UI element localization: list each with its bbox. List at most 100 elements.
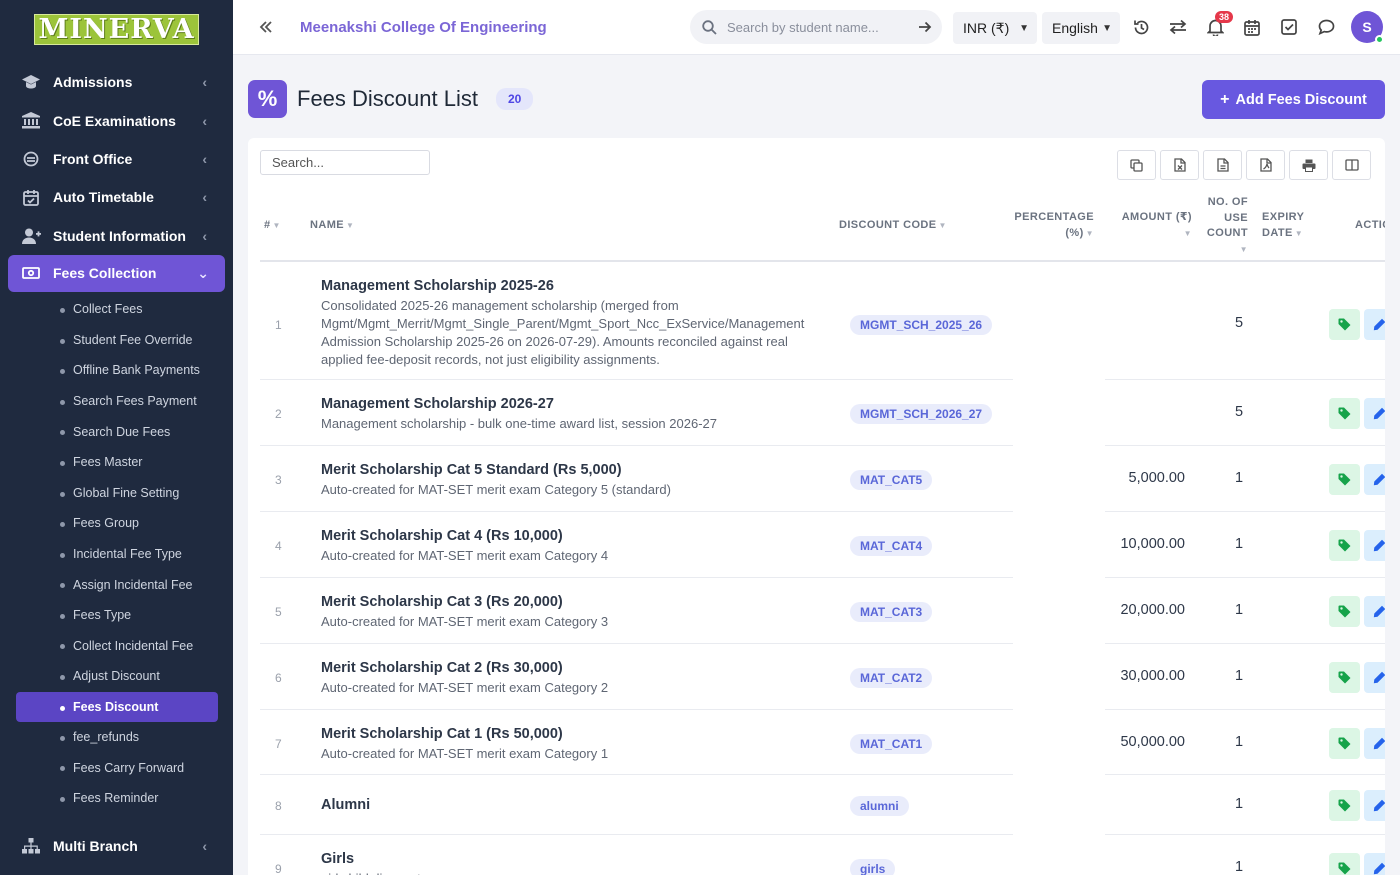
add-fees-discount-button[interactable]: + Add Fees Discount [1202, 80, 1385, 119]
discount-name: Management Scholarship 2025-26 [321, 278, 554, 294]
edit-pencil-icon[interactable] [1364, 464, 1385, 495]
chevron-left-icon: ‹ [202, 189, 207, 206]
assign-discount-tag-icon[interactable] [1329, 662, 1360, 693]
tasks-check-icon[interactable] [1279, 17, 1299, 37]
column-header-amount[interactable]: Amount (₹) ▼ [1110, 210, 1192, 241]
submenu-item[interactable]: Search Due Fees [0, 416, 233, 447]
table-row[interactable]: 5 Merit Scholarship Cat 3 (Rs 20,000) Auto… [260, 578, 1385, 644]
college-name[interactable]: Meenakshi College Of Engineering [300, 19, 547, 36]
table-row[interactable]: 2 Management Scholarship 2026-27 Managemen… [260, 380, 1385, 446]
discount-name: Alumni [321, 797, 371, 813]
language-select[interactable]: English ▼ [1042, 12, 1120, 44]
sidebar-item-label: Fees Collection [53, 265, 157, 282]
excel-file-icon[interactable] [1160, 150, 1199, 180]
submenu-item[interactable]: Incidental Fee Type [0, 539, 233, 570]
submenu-item[interactable]: fee_refunds [0, 722, 233, 753]
column-header-expiry-date[interactable]: Expiry Date ▼ [1262, 210, 1304, 241]
sidebar-item-front-office[interactable]: Front Office ‹ [0, 140, 233, 178]
assign-discount-tag-icon[interactable] [1329, 790, 1360, 821]
discount-name: Merit Scholarship Cat 1 (Rs 50,000) [321, 726, 563, 742]
column-header-percentage[interactable]: Percentage (%) ▼ [1006, 210, 1094, 241]
history-icon[interactable] [1131, 17, 1151, 37]
chevron-down-icon: ▼ [1019, 22, 1029, 34]
sidebar-item-coe-examinations[interactable]: CoE Examinations ‹ [0, 101, 233, 139]
row-number: 8 [275, 799, 282, 813]
chat-icon[interactable] [1316, 17, 1336, 37]
currency-select[interactable]: INR (₹) ▼ [953, 12, 1037, 44]
column-header-name[interactable]: Name ▼ [310, 218, 354, 234]
edit-pencil-icon[interactable] [1364, 790, 1385, 821]
discount-description: girl child discount [321, 870, 826, 875]
submenu-item[interactable]: Fees Group [0, 508, 233, 539]
submenu-item[interactable]: Fees Reminder [0, 783, 233, 814]
edit-pencil-icon[interactable] [1364, 728, 1385, 759]
sidebar-item-multi-branch[interactable]: Multi Branch ‹ [0, 826, 233, 864]
submenu-item[interactable]: Search Fees Payment [0, 386, 233, 417]
submenu-item[interactable]: Fees Discount [16, 691, 218, 722]
sort-icon: ▼ [938, 221, 947, 230]
edit-pencil-icon[interactable] [1364, 309, 1385, 340]
submenu-item[interactable]: Fees Carry Forward [0, 752, 233, 783]
assign-discount-tag-icon[interactable] [1329, 398, 1360, 429]
edit-pencil-icon[interactable] [1364, 398, 1385, 429]
sidebar-item-fees-collection[interactable]: Fees Collection ⌄ [8, 254, 225, 292]
submenu-item[interactable]: Adjust Discount [0, 661, 233, 692]
exchange-icon[interactable] [1168, 17, 1188, 37]
bell-icon[interactable]: 38 [1205, 11, 1234, 37]
assign-discount-tag-icon[interactable] [1329, 309, 1360, 340]
column-header-use-count[interactable]: No. of Use Count ▼ [1198, 195, 1248, 257]
columns-icon[interactable] [1332, 150, 1371, 180]
submenu-item[interactable]: Global Fine Setting [0, 478, 233, 509]
use-count: 1 [1234, 796, 1244, 812]
sidebar-item-student-information[interactable]: Student Information ‹ [0, 217, 233, 255]
table-row[interactable]: 8 Alumni alumni 1 [260, 775, 1385, 835]
edit-pencil-icon[interactable] [1364, 596, 1385, 627]
table-row[interactable]: 1 Management Scholarship 2025-26 Consolida… [260, 262, 1385, 380]
print-icon[interactable] [1289, 150, 1328, 180]
edit-pencil-icon[interactable] [1364, 662, 1385, 693]
student-search-input[interactable] [727, 19, 907, 35]
header-label: (%) [1065, 226, 1084, 239]
assign-discount-tag-icon[interactable] [1329, 728, 1360, 759]
arrow-right-icon[interactable] [918, 21, 932, 33]
concierge-bell-icon [20, 150, 42, 168]
submenu-item[interactable]: Fees Type [0, 600, 233, 631]
submenu-item[interactable]: Offline Bank Payments [0, 355, 233, 386]
table-row[interactable]: 4 Merit Scholarship Cat 4 (Rs 10,000) Auto… [260, 512, 1385, 578]
row-number: 4 [275, 539, 282, 553]
submenu-item[interactable]: Assign Incidental Fee [0, 569, 233, 600]
edit-pencil-icon[interactable] [1364, 853, 1385, 875]
table-row[interactable]: 9 Girls girl child discount girls 1 [260, 835, 1385, 875]
table-row[interactable]: 3 Merit Scholarship Cat 5 Standard (Rs 5,… [260, 446, 1385, 512]
pdf-file-icon[interactable] [1246, 150, 1285, 180]
collapse-sidebar-icon[interactable] [259, 21, 283, 33]
assign-discount-tag-icon[interactable] [1329, 530, 1360, 561]
table-row[interactable]: 7 Merit Scholarship Cat 1 (Rs 50,000) Auto… [260, 710, 1385, 775]
table-search-input[interactable] [260, 150, 430, 175]
chevron-left-icon: ‹ [202, 112, 207, 129]
copy-icon[interactable] [1117, 150, 1156, 180]
calendar-icon[interactable] [1242, 17, 1262, 37]
submenu-item[interactable]: Student Fee Override [0, 325, 233, 356]
discount-description: Auto-created for MAT-SET merit exam Cate… [321, 614, 609, 629]
assign-discount-tag-icon[interactable] [1329, 596, 1360, 627]
submenu-item[interactable]: Fees Master [0, 447, 233, 478]
csv-file-icon[interactable] [1203, 150, 1242, 180]
assign-discount-tag-icon[interactable] [1329, 853, 1360, 875]
assign-discount-tag-icon[interactable] [1329, 464, 1360, 495]
chevron-left-icon: ‹ [202, 74, 207, 91]
use-count: 5 [1234, 315, 1244, 331]
sort-icon: ▼ [1294, 228, 1304, 238]
brand-logo[interactable]: MINERVA [0, 0, 233, 58]
top-header: Meenakshi College Of Engineering INR (₹)… [233, 0, 1400, 55]
user-avatar[interactable]: S [1351, 11, 1384, 44]
header-label: Use [1224, 211, 1248, 224]
table-row[interactable]: 6 Merit Scholarship Cat 2 (Rs 30,000) Auto… [260, 644, 1385, 710]
submenu-item[interactable]: Collect Fees [0, 294, 233, 325]
column-header-discount-code[interactable]: Discount Code ▼ [839, 218, 947, 234]
submenu-item[interactable]: Collect Incidental Fee [0, 630, 233, 661]
edit-pencil-icon[interactable] [1364, 530, 1385, 561]
column-header-number[interactable]: # ▼ [264, 218, 281, 234]
sidebar-item-admissions[interactable]: Admissions ‹ [0, 63, 233, 101]
sidebar-item-auto-timetable[interactable]: Auto Timetable ‹ [0, 178, 233, 216]
